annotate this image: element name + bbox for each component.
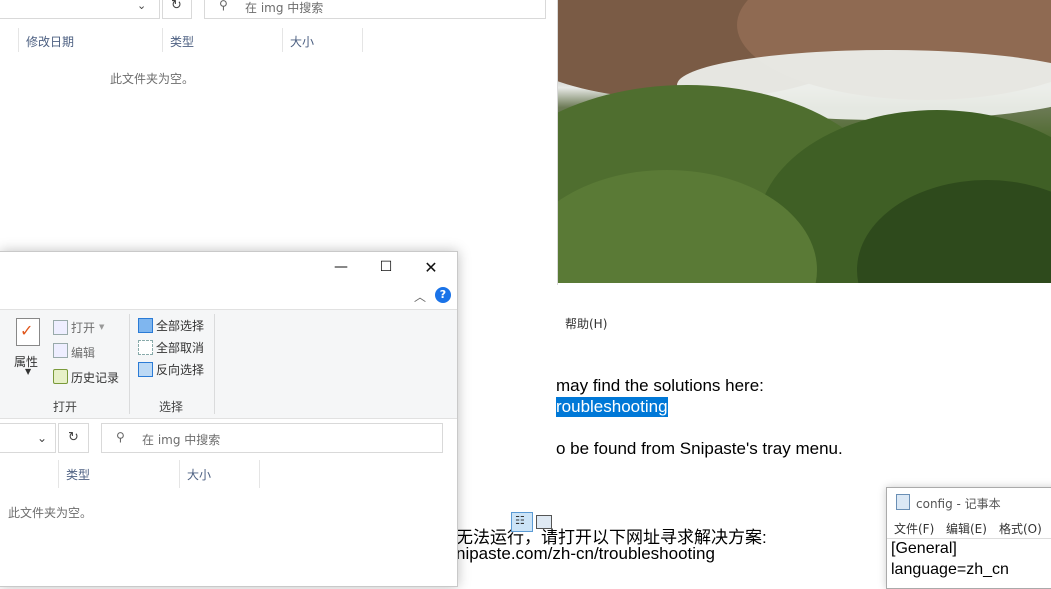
refresh-button[interactable]: ↻	[58, 423, 89, 453]
large-icons-view-icon[interactable]	[536, 515, 552, 529]
maximize-button[interactable]: ☐	[372, 253, 400, 281]
address-bar[interactable]: ⌄	[0, 0, 160, 19]
history-icon	[53, 369, 68, 384]
group-label-select: 选择	[159, 400, 184, 414]
text-line: nipaste.com/zh-cn/troubleshooting	[456, 544, 715, 563]
select-all-button[interactable]: 全部选择	[156, 317, 204, 334]
menu-file[interactable]: 文件(F)	[894, 520, 934, 537]
close-button[interactable]: ✕	[417, 253, 445, 281]
column-header-type[interactable]: 类型	[170, 33, 194, 50]
window-title: config - 记事本	[916, 497, 1001, 511]
history-button[interactable]: 历史记录	[71, 369, 119, 386]
edit-icon	[53, 343, 68, 358]
help-icon[interactable]: ?	[435, 287, 451, 303]
refresh-icon: ↻	[68, 430, 79, 445]
chevron-down-icon[interactable]: ⌄	[37, 431, 47, 445]
text-line: language=zh_cn	[891, 561, 1009, 578]
column-header-type[interactable]: 类型	[66, 466, 90, 483]
select-none-icon	[138, 340, 153, 355]
column-header-modified[interactable]: 修改日期	[26, 33, 74, 50]
text-line: may find the solutions here:	[556, 376, 764, 395]
select-all-icon	[138, 318, 153, 333]
chevron-down-icon[interactable]: ⌄	[137, 0, 146, 12]
text-line: [General]	[891, 540, 957, 557]
menu-edit[interactable]: 编辑(E)	[946, 520, 987, 537]
details-view-icon[interactable]: ☷	[511, 512, 533, 532]
notepad-icon	[896, 494, 910, 510]
search-placeholder: 在 img 中搜索	[245, 1, 324, 15]
search-placeholder: 在 img 中搜索	[142, 433, 221, 447]
column-header-size[interactable]: 大小	[290, 33, 314, 50]
search-input[interactable]: ⚲ 在 img 中搜索	[101, 423, 443, 453]
open-icon	[53, 320, 68, 335]
edit-button[interactable]: 编辑	[71, 344, 95, 361]
group-label-open: 打开	[53, 400, 78, 414]
notepad-window: config - 记事本 文件(F) 编辑(E) 格式(O) [General]…	[886, 487, 1051, 589]
explorer-window-front: — ☐ ✕ ︿ ? ✓ 属性 ▼ 打开 ▼ 编辑 历史记录 打开 全部选择 全部…	[0, 251, 458, 587]
open-button[interactable]: 打开	[71, 319, 95, 336]
dropdown-arrow-icon[interactable]: ▼	[25, 367, 31, 376]
column-header-size[interactable]: 大小	[187, 466, 211, 483]
empty-folder-text: 此文件夹为空。	[110, 72, 195, 86]
address-bar[interactable]: ⌄	[0, 423, 56, 453]
refresh-button[interactable]: ↻	[162, 0, 192, 19]
desktop-wallpaper	[557, 0, 1051, 283]
search-icon: ⚲	[219, 0, 228, 12]
invert-selection-button[interactable]: 反向选择	[156, 361, 204, 378]
explorer-window-back: ⌄ ↻ ⚲ 在 img 中搜索 修改日期 类型 大小 此文件夹为空。	[0, 0, 558, 285]
text-line: o be found from Snipaste's tray menu.	[556, 439, 843, 458]
menu-help[interactable]: 帮助(H)	[565, 315, 607, 332]
properties-icon[interactable]: ✓	[16, 318, 40, 346]
select-none-button[interactable]: 全部取消	[156, 339, 204, 356]
menu-format[interactable]: 格式(O)	[999, 520, 1042, 537]
minimize-button[interactable]: —	[327, 253, 355, 281]
search-icon: ⚲	[116, 430, 125, 444]
ribbon: ✓ 属性 ▼ 打开 ▼ 编辑 历史记录 打开 全部选择 全部取消 反向选择 选择	[0, 309, 457, 419]
selected-text: roubleshooting	[556, 397, 668, 417]
search-input[interactable]: ⚲ 在 img 中搜索	[204, 0, 546, 19]
collapse-ribbon-icon[interactable]: ︿	[414, 288, 426, 305]
invert-selection-icon	[138, 362, 153, 377]
refresh-icon: ↻	[171, 0, 182, 13]
empty-folder-text: 此文件夹为空。	[8, 506, 93, 520]
dropdown-arrow-icon[interactable]: ▼	[99, 323, 104, 331]
